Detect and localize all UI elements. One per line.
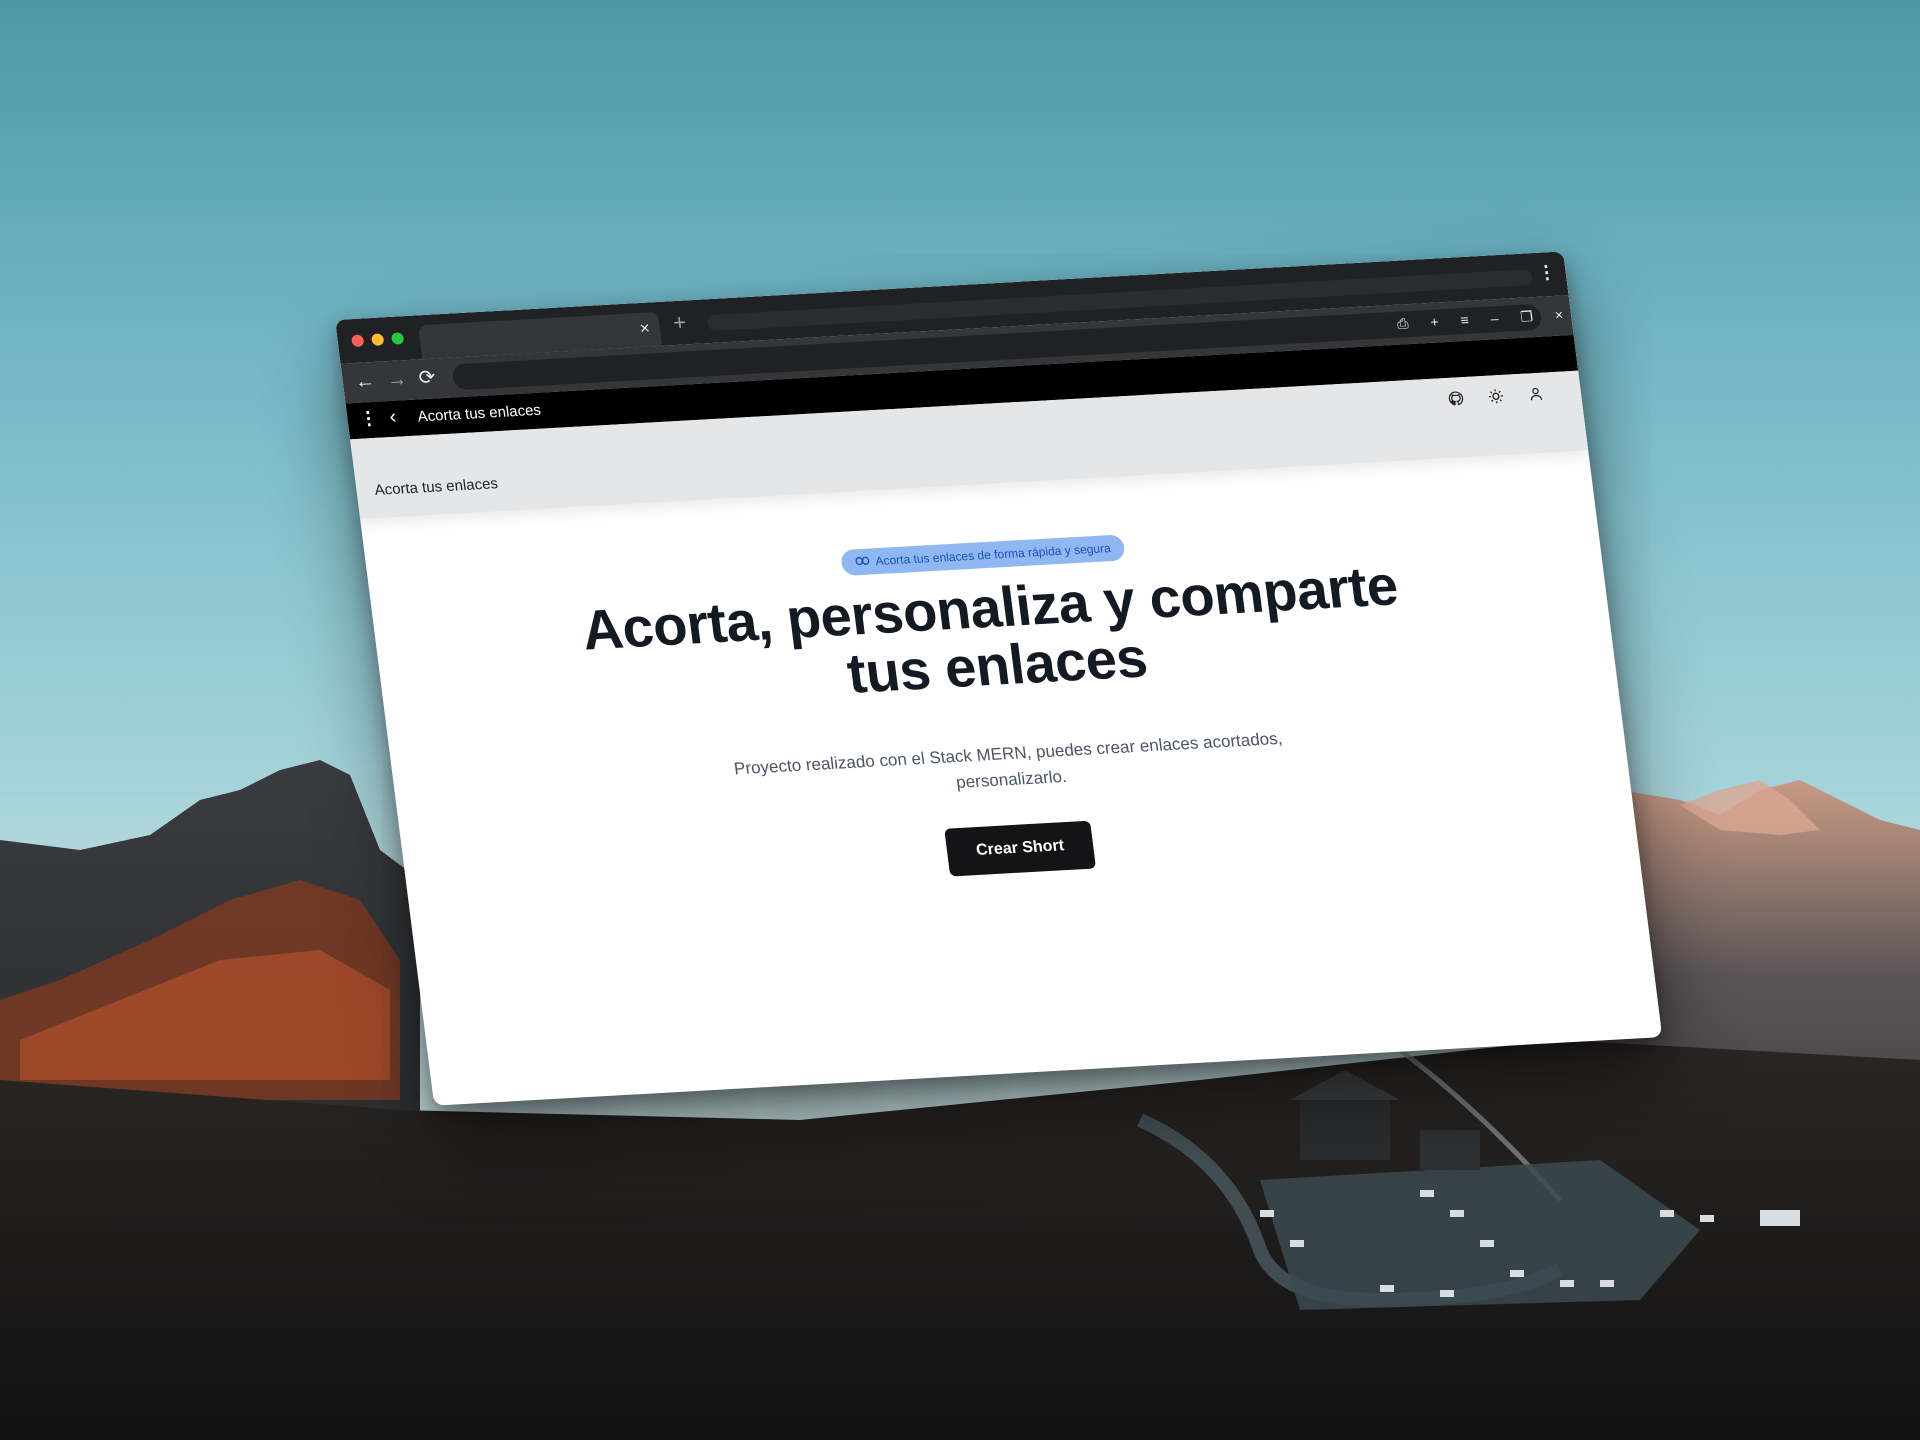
hero-subtitle: Proyecto realizado con el Stack MERN, pu…	[732, 728, 1284, 792]
forward-arrow-icon[interactable]: →	[385, 368, 408, 391]
user-icon[interactable]	[1526, 385, 1546, 404]
header-actions	[1446, 385, 1546, 408]
minimize-icon[interactable]: –	[1489, 309, 1500, 327]
minimize-window-button[interactable]	[370, 333, 385, 346]
back-arrow-icon[interactable]: ←	[354, 370, 377, 393]
create-short-button[interactable]: Crear Short	[944, 820, 1097, 877]
hero-title: Acorta, personaliza y comparte tus enlac…	[372, 545, 1615, 729]
reload-icon[interactable]: ⟳	[417, 367, 437, 390]
print-icon[interactable]: ⎙	[1396, 314, 1409, 333]
new-tab-button[interactable]: +	[672, 309, 688, 336]
kebab-menu-icon[interactable]: ⋮	[358, 408, 379, 430]
hero-badge-text: Acorta tus enlaces de forma rápida y seg…	[874, 541, 1112, 569]
chevron-left-icon[interactable]: ‹	[388, 406, 398, 429]
sun-icon[interactable]	[1486, 387, 1506, 406]
add-icon[interactable]: +	[1429, 312, 1439, 330]
window-traffic-lights	[350, 332, 405, 348]
browser-menu-icon[interactable]: ⋮	[1536, 262, 1557, 284]
app-title: Acorta tus enlaces	[416, 401, 542, 426]
close-icon[interactable]: ×	[1554, 305, 1564, 323]
close-window-button[interactable]	[350, 334, 365, 348]
hamburger-menu-icon[interactable]: ≡	[1459, 311, 1469, 329]
github-icon[interactable]	[1446, 389, 1466, 408]
zoom-window-button[interactable]	[390, 332, 405, 345]
link-icon	[855, 555, 871, 570]
tab-close-icon[interactable]: ×	[639, 318, 651, 338]
hero-section: Acorta tus enlaces de forma rápida y seg…	[360, 450, 1658, 1076]
restore-icon[interactable]: ❐	[1519, 307, 1534, 326]
site-brand[interactable]: Acorta tus enlaces	[374, 475, 499, 499]
browser-window: × + ⋮ ← → ⟳ ⎙ + ≡ – ❐ × ⋮ ‹ Acorta tus e…	[335, 251, 1663, 1106]
